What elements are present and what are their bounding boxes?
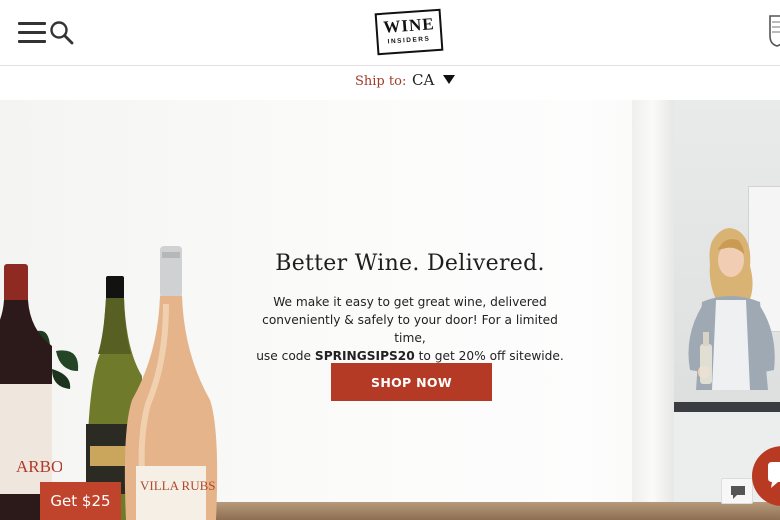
- get-25-promo-tab[interactable]: Get $25: [40, 482, 121, 520]
- hero-description: We make it easy to get great wine, deliv…: [245, 293, 575, 365]
- shop-now-button[interactable]: SHOP NOW: [331, 363, 492, 401]
- menu-icon[interactable]: [18, 22, 46, 44]
- account-crest-icon[interactable]: [766, 14, 780, 48]
- chat-launcher-icon[interactable]: [752, 446, 780, 506]
- hero-description-line-2: conveniently & safely to your door! For …: [262, 313, 558, 345]
- hero-description-prefix: use code: [256, 349, 315, 363]
- rose-wine-bottle: VILLA RUBS: [124, 246, 218, 520]
- ship-to-country-dropdown[interactable]: CA: [412, 71, 456, 93]
- search-icon[interactable]: [49, 20, 75, 46]
- site-logo[interactable]: WINE INSIDERS: [374, 8, 444, 56]
- hero-title: Better Wine. Delivered.: [275, 251, 545, 276]
- chat-bubble-icon[interactable]: [721, 478, 753, 504]
- doorway-frame: [632, 100, 674, 520]
- woman-photo: [688, 228, 775, 390]
- hero-banner: ARBOS VILLA RUBS Better Wine. Delivered.…: [0, 100, 780, 520]
- caret-down-icon: [443, 75, 456, 84]
- promo-code: SPRINGSIPS20: [314, 349, 415, 363]
- site-header: WINE INSIDERS: [0, 0, 780, 66]
- ship-to-bar: Ship to: CA: [0, 67, 780, 100]
- ship-to-label: Ship to:: [355, 74, 407, 89]
- hero-description-line-1: We make it easy to get great wine, deliv…: [273, 295, 547, 309]
- bottle-label-arbos: ARBOS: [16, 457, 62, 476]
- hero-description-suffix: to get 20% off sitewide.: [414, 349, 564, 363]
- bottle-label-villa-rubs: VILLA RUBS: [140, 478, 215, 493]
- red-wine-bottle: ARBOS: [0, 264, 62, 520]
- ship-to-country-value: CA: [412, 71, 435, 89]
